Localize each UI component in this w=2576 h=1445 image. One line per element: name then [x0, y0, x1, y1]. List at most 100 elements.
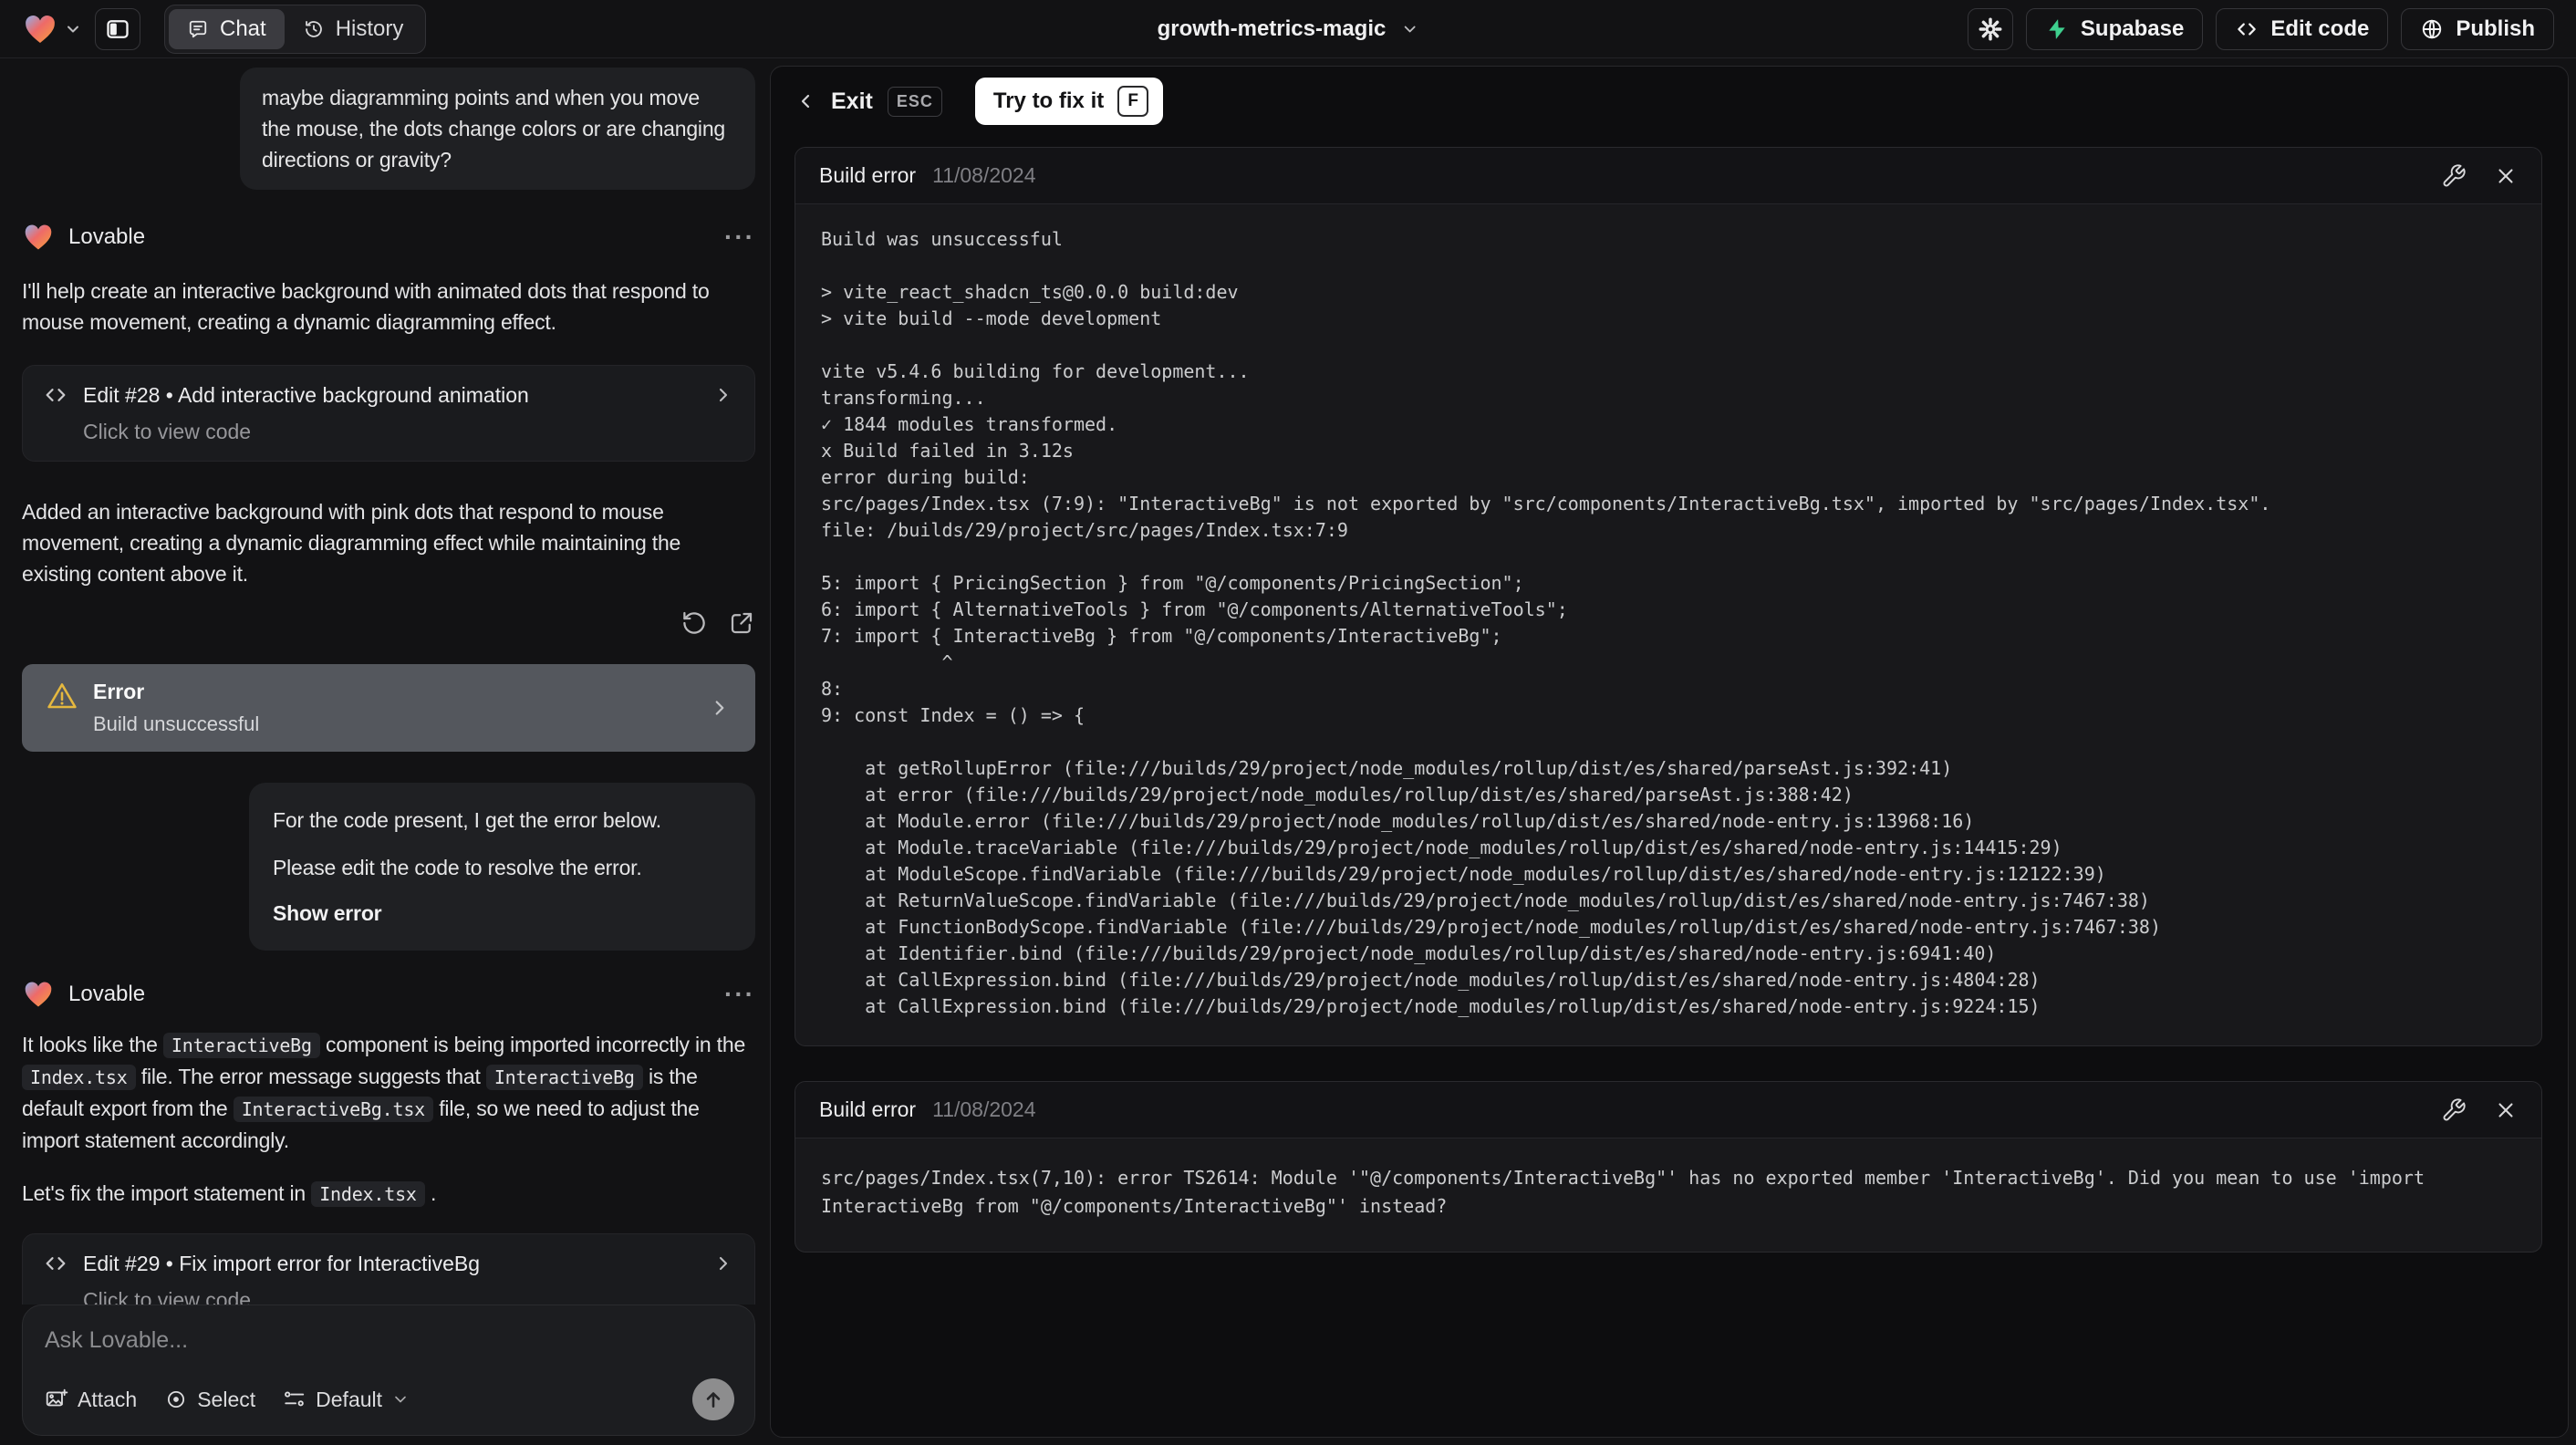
chat-history-segmented-control: Chat History: [164, 4, 427, 54]
select-element-button[interactable]: Select: [164, 1388, 255, 1412]
status-title: Error: [93, 680, 145, 703]
open-external-icon[interactable]: [728, 609, 755, 637]
exit-button[interactable]: Exit: [831, 88, 873, 115]
chevron-left-icon[interactable]: [795, 90, 816, 112]
try-to-fix-label: Try to fix it: [992, 88, 1105, 113]
try-to-fix-button[interactable]: Try to fix it F: [974, 78, 1164, 125]
assistant-text: Let's fix the import statement in: [22, 1181, 312, 1205]
user-message-text: For the code present, I get the error be…: [273, 808, 661, 832]
model-selector[interactable]: Default: [283, 1388, 410, 1412]
chevron-down-icon: [64, 20, 82, 38]
warning-triangle-icon: [46, 680, 78, 712]
lovable-heart-icon: [22, 221, 55, 254]
message-actions: [22, 609, 755, 637]
supabase-button[interactable]: Supabase: [2025, 7, 2204, 50]
code-brackets-icon: [43, 382, 68, 408]
top-bar: Chat History growth-metrics-magic Supaba…: [0, 0, 2576, 58]
edit-29-card[interactable]: Edit #29 • Fix import error for Interact…: [22, 1233, 755, 1305]
sliders-icon: [283, 1388, 306, 1411]
assistant-paragraph: It looks like the InteractiveBg componen…: [22, 1029, 755, 1156]
supabase-bolt-icon: [2045, 17, 2069, 41]
preview-area: Exit ESC Try to fix it F Build error 11/…: [764, 58, 2576, 1445]
project-name: growth-metrics-magic: [1157, 16, 1387, 41]
assistant-paragraph: I'll help create an interactive backgrou…: [22, 275, 755, 338]
assistant-text: .: [424, 1181, 437, 1205]
publish-button[interactable]: Publish: [2401, 7, 2554, 50]
build-error-log: src/pages/Index.tsx(7,10): error TS2614:…: [821, 1167, 2436, 1217]
message-options-button[interactable]: ···: [724, 224, 755, 250]
error-list[interactable]: Build error 11/08/2024 Build was unsucce…: [771, 136, 2568, 1437]
assistant-name: Lovable: [68, 224, 146, 249]
build-error-status-card[interactable]: Error Build unsuccessful: [22, 664, 755, 752]
edit-code-label: Edit code: [2270, 16, 2370, 41]
chevron-right-icon: [708, 696, 732, 720]
project-name-menu[interactable]: growth-metrics-magic: [1158, 16, 1419, 42]
user-message-text: Please edit the code to resolve the erro…: [273, 856, 642, 879]
edit-29-subtitle: Click to view code: [83, 1288, 252, 1305]
assistant-header: Lovable ···: [22, 978, 755, 1011]
build-error-card-1: Build error 11/08/2024 Build was unsucce…: [795, 147, 2542, 1046]
tab-chat-label: Chat: [220, 16, 266, 41]
show-error-link[interactable]: Show error: [273, 898, 732, 929]
user-message: For the code present, I get the error be…: [249, 783, 755, 951]
build-error-header: Build error 11/08/2024: [795, 148, 2541, 204]
build-error-log: Build was unsuccessful > vite_react_shad…: [821, 228, 2271, 1017]
arrow-up-icon: [701, 1388, 725, 1411]
assistant-text: file. The error message suggests that: [135, 1065, 486, 1088]
chat-input[interactable]: [45, 1327, 734, 1367]
sidebar-panel-icon: [105, 16, 130, 42]
settings-button[interactable]: [1967, 7, 2013, 50]
chevron-down-icon: [1400, 20, 1418, 38]
esc-key-badge: ESC: [887, 86, 942, 117]
sidebar-toggle-button[interactable]: [95, 7, 140, 50]
edit-28-card[interactable]: Edit #28 • Add interactive background an…: [22, 365, 755, 462]
chevron-down-icon: [391, 1390, 410, 1409]
build-error-title: Build error: [819, 163, 917, 187]
select-label: Select: [197, 1387, 256, 1411]
restore-icon[interactable]: [680, 609, 708, 637]
tab-chat[interactable]: Chat: [169, 8, 285, 49]
publish-label: Publish: [2456, 16, 2535, 41]
user-message: maybe diagramming points and when you mo…: [240, 68, 755, 190]
edit-28-title: Edit #28 • Add interactive background an…: [83, 382, 529, 407]
attach-label: Attach: [78, 1387, 138, 1411]
history-clock-icon: [303, 18, 325, 40]
close-icon[interactable]: [2494, 1098, 2518, 1122]
inline-code: InteractiveBg: [162, 1033, 320, 1058]
chat-panel: maybe diagramming points and when you mo…: [0, 58, 764, 1445]
assistant-header: Lovable ···: [22, 221, 755, 254]
status-subtitle: Build unsuccessful: [93, 712, 260, 735]
gear-icon: [1978, 16, 2003, 42]
inline-code: Index.tsx: [22, 1065, 136, 1090]
fix-wrench-icon[interactable]: [2441, 163, 2467, 189]
user-message-text: maybe diagramming points and when you mo…: [262, 86, 726, 172]
attach-image-icon: [45, 1388, 68, 1411]
assistant-paragraph: Let's fix the import statement in Index.…: [22, 1178, 755, 1210]
inline-code: InteractiveBg: [485, 1065, 643, 1090]
edit-28-subtitle: Click to view code: [83, 420, 252, 443]
lovable-heart-icon: [22, 978, 55, 1011]
lovable-heart-icon: [22, 11, 58, 47]
error-overlay-header: Exit ESC Try to fix it F: [771, 67, 2568, 136]
attach-button[interactable]: Attach: [45, 1388, 137, 1412]
message-options-button[interactable]: ···: [724, 982, 755, 1007]
send-button[interactable]: [692, 1378, 734, 1420]
close-icon[interactable]: [2494, 164, 2518, 188]
assistant-text: component is being imported incorrectly …: [319, 1033, 746, 1056]
build-error-date: 11/08/2024: [932, 163, 1036, 187]
tab-history[interactable]: History: [285, 9, 422, 49]
error-overlay-panel: Exit ESC Try to fix it F Build error 11/…: [770, 66, 2569, 1438]
inline-code: Index.tsx: [311, 1181, 425, 1207]
lovable-logo-menu[interactable]: [22, 11, 82, 47]
composer: Attach Select: [22, 1305, 755, 1436]
assistant-text: I'll help create an interactive backgrou…: [22, 279, 710, 334]
assistant-paragraph: Added an interactive background with pin…: [22, 496, 755, 589]
assistant-text: Added an interactive background with pin…: [22, 500, 681, 586]
edit-29-title: Edit #29 • Fix import error for Interact…: [83, 1251, 480, 1275]
fix-wrench-icon[interactable]: [2441, 1097, 2467, 1123]
tab-history-label: History: [335, 16, 404, 41]
chat-message-list[interactable]: maybe diagramming points and when you mo…: [22, 58, 755, 1305]
edit-code-button[interactable]: Edit code: [2216, 7, 2389, 50]
f-key-badge: F: [1117, 86, 1149, 117]
chat-bubble-icon: [187, 18, 209, 40]
